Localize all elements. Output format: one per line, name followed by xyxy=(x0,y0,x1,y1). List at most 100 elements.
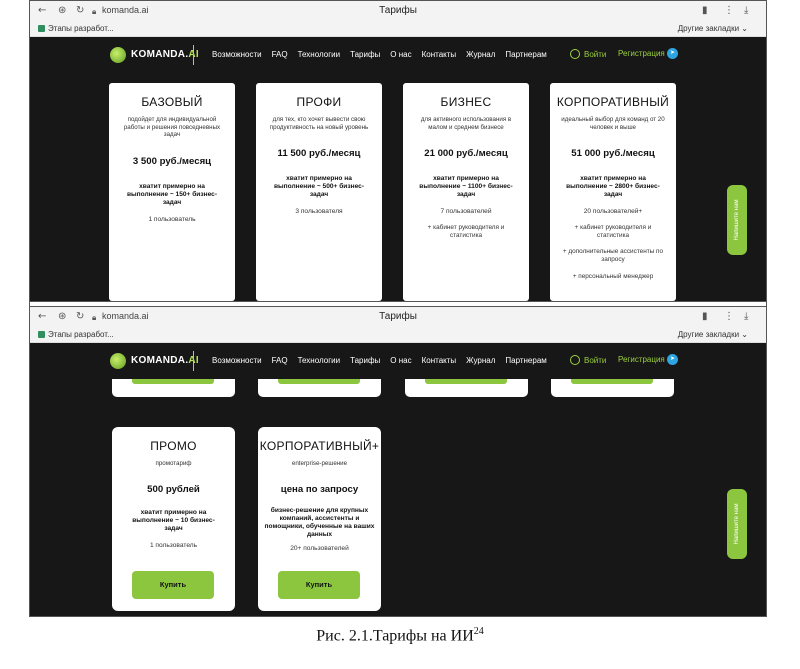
menu-item-technologies[interactable]: Технологии xyxy=(298,50,340,59)
plan-desc: подойдет для индивидуальной работы и реш… xyxy=(123,116,221,139)
buy-button-edge[interactable] xyxy=(425,379,507,384)
menu-item-journal[interactable]: Журнал xyxy=(466,356,495,365)
lock-icon: 🔒︎ xyxy=(92,7,97,16)
logo-icon[interactable] xyxy=(110,353,126,369)
menu-item-technologies[interactable]: Технологии xyxy=(298,356,340,365)
plan-extra: + дополнительные ассистенты по запросу xyxy=(562,248,664,263)
plan-card-corporate: КОРПОРАТИВНЫЙ идеальный выбор для команд… xyxy=(550,83,676,301)
site-viewport: KOMANDA.AI Возможности FAQ Технологии Тариф… xyxy=(30,343,766,616)
plan-users: 20+ пользователей xyxy=(290,544,349,552)
user-icon xyxy=(570,355,580,365)
menu-item-faq[interactable]: FAQ xyxy=(272,50,288,59)
register-link[interactable]: Регистрация xyxy=(618,355,665,364)
plan-card-profi: ПРОФИ для тех, кто хочет вывести свою пр… xyxy=(256,83,382,301)
plan-users: 7 пользователей xyxy=(440,208,492,216)
screenshot-top: ← ⊛ ↻ 🔒︎ komanda.ai Тарифы ▮ ⋮ ⤓ Этапы р… xyxy=(30,1,766,301)
plan-tasks: бизнес-решение для крупных компаний, асс… xyxy=(264,506,375,538)
extension-icon[interactable]: ⊛ xyxy=(58,5,66,16)
buy-button-edge[interactable] xyxy=(278,379,360,384)
menu-item-contacts[interactable]: Контакты xyxy=(422,50,457,59)
telegram-icon[interactable]: ➤ xyxy=(667,48,678,59)
logo-icon[interactable] xyxy=(110,47,126,63)
main-menu: Возможности FAQ Технологии Тарифы О нас Конта… xyxy=(212,356,557,365)
menu-item-partners[interactable]: Партнерам xyxy=(505,356,546,365)
register-link[interactable]: Регистрация xyxy=(618,49,665,58)
logo[interactable]: KOMANDA.AI xyxy=(131,49,199,60)
site-header: KOMANDA.AI Возможности FAQ Технологии Тариф… xyxy=(30,343,766,379)
user-icon xyxy=(570,49,580,59)
plan-card-promo: ПРОМО промотариф 500 рублей хватит приме… xyxy=(112,427,235,611)
browser-toolbar: ← ⊛ ↻ 🔒︎ komanda.ai Тарифы ▮ ⋮ ⤓ xyxy=(30,1,766,23)
extension-icon[interactable]: ⊛ xyxy=(58,311,66,322)
plan-desc: enterprise-решение xyxy=(291,460,348,467)
plan-card-corporate-plus: КОРПОРАТИВНЫЙ+ enterprise-решение цена п… xyxy=(258,427,381,611)
bookmark-item[interactable]: Этапы разработ... xyxy=(38,330,114,339)
plan-desc: идеальный выбор для команд от 20 человек… xyxy=(561,116,665,131)
site-viewport: KOMANDA.AI Возможности FAQ Технологии Тариф… xyxy=(30,37,766,301)
address-bar[interactable]: komanda.ai xyxy=(102,5,149,15)
plan-price: цена по запросу xyxy=(280,483,359,495)
plan-name: БИЗНЕС xyxy=(440,95,492,109)
plan-extra: + кабинет руководителя и статистика xyxy=(427,224,505,239)
other-bookmarks[interactable]: Другие закладки ⌄ xyxy=(678,24,748,33)
reload-icon[interactable]: ↻ xyxy=(76,5,84,16)
plan-tasks: хватит примерно на выполнение ~ 1100+ би… xyxy=(419,175,513,199)
menu-item-pricing[interactable]: Тарифы xyxy=(350,356,380,365)
write-to-us-tab[interactable]: Напишите нам xyxy=(727,185,747,255)
figure-frame: ← ⊛ ↻ 🔒︎ komanda.ai Тарифы ▮ ⋮ ⤓ Этапы р… xyxy=(29,0,767,617)
menu-item-faq[interactable]: FAQ xyxy=(272,356,288,365)
plan-tasks: хватит примерно на выполнение ~ 10 бизне… xyxy=(132,508,215,532)
logo[interactable]: KOMANDA.AI xyxy=(131,355,199,366)
plan-name: БАЗОВЫЙ xyxy=(141,95,203,109)
menu-item-journal[interactable]: Журнал xyxy=(466,50,495,59)
bookmark-icon[interactable]: ▮ xyxy=(702,5,708,16)
bookmarks-bar: Этапы разработ... Другие закладки ⌄ xyxy=(30,23,766,37)
other-bookmarks[interactable]: Другие закладки ⌄ xyxy=(678,330,748,339)
reload-icon[interactable]: ↻ xyxy=(76,311,84,322)
plan-users: 1 пользователь xyxy=(148,215,196,223)
more-icon[interactable]: ⋮ xyxy=(724,311,734,322)
more-icon[interactable]: ⋮ xyxy=(724,5,734,16)
menu-item-contacts[interactable]: Контакты xyxy=(422,356,457,365)
buy-button[interactable]: Купить xyxy=(132,571,214,599)
menu-item-features[interactable]: Возможности xyxy=(212,50,262,59)
buy-button-edge[interactable] xyxy=(132,379,214,384)
plan-tasks: хватит примерно на выполнение ~ 500+ биз… xyxy=(273,175,365,199)
menu-item-about[interactable]: О нас xyxy=(390,356,411,365)
menu-item-features[interactable]: Возможности xyxy=(212,356,262,365)
plan-price: 11 500 руб./месяц xyxy=(277,148,361,160)
plan-tasks: хватит примерно на выполнение ~ 2800+ би… xyxy=(566,175,660,199)
download-icon[interactable]: ⤓ xyxy=(744,5,748,16)
buy-button[interactable]: Купить xyxy=(278,571,360,599)
plan-users: 1 пользователь xyxy=(149,541,198,549)
login-link[interactable]: Войти xyxy=(570,49,606,59)
footnote-ref: 24 xyxy=(473,626,484,637)
menu-item-pricing[interactable]: Тарифы xyxy=(350,50,380,59)
plan-card-stub xyxy=(405,379,528,397)
plan-name: КОРПОРАТИВНЫЙ+ xyxy=(259,439,380,453)
header-divider xyxy=(193,45,194,65)
menu-item-about[interactable]: О нас xyxy=(390,50,411,59)
plan-price: 3 500 руб./месяц xyxy=(132,155,212,167)
plan-extra: + кабинет руководителя и статистика xyxy=(574,224,652,239)
browser-toolbar: ← ⊛ ↻ 🔒︎ komanda.ai Тарифы ▮ ⋮ ⤓ xyxy=(30,307,766,329)
address-bar[interactable]: komanda.ai xyxy=(102,311,149,321)
plan-card-basic: БАЗОВЫЙ подойдет для индивидуальной рабо… xyxy=(109,83,235,301)
bookmarks-bar: Этапы разработ... Другие закладки ⌄ xyxy=(30,329,766,343)
download-icon[interactable]: ⤓ xyxy=(744,311,748,322)
plan-price: 51 000 руб./месяц xyxy=(571,148,655,160)
login-link[interactable]: Войти xyxy=(570,355,606,365)
menu-item-partners[interactable]: Партнерам xyxy=(505,50,546,59)
bookmark-item[interactable]: Этапы разработ... xyxy=(38,24,114,33)
telegram-icon[interactable]: ➤ xyxy=(667,354,678,365)
plan-card-stub xyxy=(112,379,235,397)
buy-button-edge[interactable] xyxy=(571,379,653,384)
plan-name: КОРПОРАТИВНЫЙ xyxy=(556,95,670,109)
write-to-us-tab[interactable]: Напишите нам xyxy=(727,489,747,559)
back-icon[interactable]: ← xyxy=(38,311,46,322)
plan-extra: + персональный менеджер xyxy=(572,272,654,280)
plan-card-stub xyxy=(551,379,674,397)
bookmark-icon[interactable]: ▮ xyxy=(702,311,708,322)
plan-price: 21 000 руб./месяц xyxy=(424,148,508,160)
back-icon[interactable]: ← xyxy=(38,5,46,16)
